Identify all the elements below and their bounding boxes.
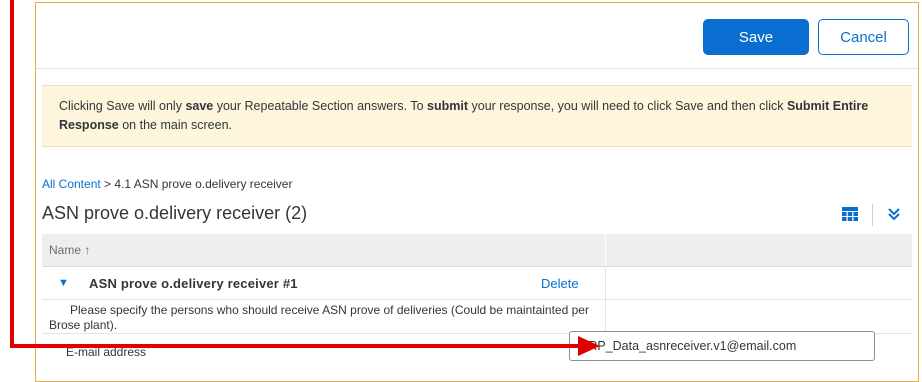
cancel-button[interactable]: Cancel [818, 19, 909, 55]
save-button[interactable]: Save [703, 19, 809, 55]
info-notice: Clicking Save will only save your Repeat… [42, 85, 912, 147]
notice-text: your Repeatable Section answers. To [213, 99, 428, 113]
notice-text: your response, you will need to click Sa… [468, 99, 787, 113]
toolbar-divider [36, 68, 918, 69]
table-row: Please specify the persons who should re… [42, 300, 912, 334]
column-divider [605, 267, 606, 299]
breadcrumb-separator: > [100, 177, 115, 191]
notice-text: Clicking Save will only [59, 99, 186, 113]
double-chevron-down-icon[interactable] [887, 207, 901, 226]
notice-bold-save: save [185, 99, 214, 113]
notice-bold-submit: submit [427, 99, 469, 113]
row-title: ASN prove o.delivery receiver #1 [89, 276, 298, 291]
annotation-arrowhead-icon [578, 336, 600, 356]
toolbar-separator [872, 204, 873, 226]
annotation-line-horizontal [10, 344, 584, 348]
annotation-line-vertical [10, 0, 14, 348]
breadcrumb-all-content-link[interactable]: All Content [42, 177, 101, 191]
column-divider [605, 234, 606, 266]
breadcrumb: All Content > 4.1 ASN prove o.delivery r… [42, 177, 292, 191]
table-row: ▼ ASN prove o.delivery receiver #1 Delet… [42, 267, 912, 300]
column-divider [605, 300, 606, 333]
collapse-triangle-icon[interactable]: ▼ [58, 277, 69, 289]
table-header: Name ↑ [42, 234, 912, 267]
delete-link[interactable]: Delete [541, 276, 579, 291]
column-header-name[interactable]: Name ↑ [49, 243, 90, 257]
notice-text: on the main screen. [118, 118, 233, 132]
breadcrumb-current: 4.1 ASN prove o.delivery receiver [114, 177, 293, 191]
email-field[interactable] [569, 331, 875, 361]
table-view-icon[interactable] [842, 207, 858, 226]
repeatable-section-panel: Save Cancel Clicking Save will only save… [35, 2, 919, 382]
row-description: Please specify the persons who should re… [49, 303, 589, 332]
section-title: ASN prove o.delivery receiver (2) [42, 203, 308, 223]
